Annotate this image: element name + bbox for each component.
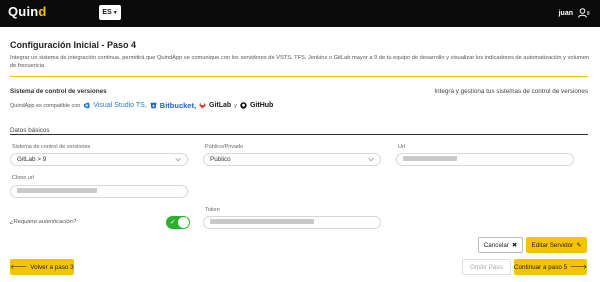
vcs-section-subtitle: Integra y gestiona tus sistemas de contr…	[434, 88, 588, 95]
auth-toggle[interactable]: ✓	[166, 216, 190, 229]
pencil-icon: ✎	[576, 241, 582, 249]
basic-data-title: Datos básicos	[10, 127, 50, 134]
edit-server-button-label: Editar Servidor	[531, 241, 574, 249]
vcs-section-title: Sistema de control de versiones	[10, 88, 107, 95]
check-icon: ✓	[170, 219, 176, 226]
token-input[interactable]	[203, 216, 381, 229]
top-navigation-bar: Quind ES▼ juan	[0, 0, 600, 27]
visibility-label: Público/Privado	[205, 144, 244, 150]
redacted-clone-url-value	[17, 188, 97, 194]
gitlab-icon	[199, 102, 206, 109]
clone-url-label: Clone url	[12, 175, 35, 181]
vcs-system-value: GitLab > 9	[17, 156, 47, 163]
close-icon: ✖	[511, 241, 518, 249]
back-step-button[interactable]: 🡐 Volver a paso 3	[10, 259, 74, 275]
page-description: Integrar un sistema de integración conti…	[10, 55, 590, 69]
visual-studio-label: Visual Studio TS,	[93, 102, 147, 109]
visibility-select[interactable]: Público	[203, 153, 381, 166]
visibility-value: Público	[210, 156, 231, 163]
cancel-button-label: Cancelar	[483, 241, 509, 249]
clone-url-input[interactable]	[10, 185, 188, 198]
skip-step-button[interactable]: Omitir Paso	[462, 259, 511, 275]
page-title: Configuración Inicial - Paso 4	[10, 40, 137, 50]
user-menu-icon	[578, 8, 590, 18]
caret-down-icon: ▼	[112, 10, 118, 16]
toggle-knob	[178, 217, 189, 228]
auth-question: ¿Requiere autenticación?	[10, 219, 77, 225]
conjunction-text: y	[234, 102, 237, 109]
arrow-right-icon: 🡒	[570, 264, 588, 271]
vcs-system-label: Sistema de control de versiones	[12, 144, 91, 150]
chevron-down-icon	[368, 157, 374, 162]
logo-accent: d	[38, 4, 47, 19]
language-selector[interactable]: ES▼	[99, 5, 121, 20]
quind-logo[interactable]: Quind	[8, 4, 47, 19]
github-icon	[240, 102, 247, 109]
continue-step-button-label: Continuar a paso 5	[513, 263, 568, 271]
continue-step-button[interactable]: Continuar a paso 5 🡒	[514, 259, 587, 275]
redacted-token-value	[210, 219, 314, 225]
visual-studio-icon	[84, 102, 90, 109]
skip-step-button-label: Omitir Paso	[470, 263, 503, 271]
bitbucket-label: Bitbucket,	[159, 101, 197, 110]
github-label: GitHub	[249, 102, 274, 109]
language-value: ES	[102, 9, 112, 16]
cancel-button[interactable]: Cancelar ✖	[478, 237, 523, 253]
url-input[interactable]	[396, 153, 574, 166]
logo-text: Quin	[8, 4, 39, 19]
arrow-left-icon: 🡐	[10, 264, 28, 271]
token-label: Token	[205, 207, 220, 213]
url-label: Url	[398, 144, 406, 150]
vcs-system-select[interactable]: GitLab > 9	[10, 153, 188, 166]
title-divider	[10, 76, 588, 77]
basic-data-divider	[10, 134, 588, 135]
redacted-url-value	[403, 156, 457, 162]
edit-server-button[interactable]: Editar Servidor ✎	[526, 237, 587, 253]
bitbucket-icon	[150, 102, 157, 109]
gitlab-label: GitLab	[209, 102, 232, 109]
chevron-down-icon	[175, 157, 181, 162]
back-step-button-label: Volver a paso 3	[30, 263, 74, 271]
compatibility-list: QuindApp es compatible con Visual Studio…	[10, 101, 273, 110]
user-name: juan	[558, 9, 573, 17]
user-menu[interactable]: juan	[559, 8, 590, 18]
compat-text: QuindApp es compatible con	[10, 102, 81, 109]
